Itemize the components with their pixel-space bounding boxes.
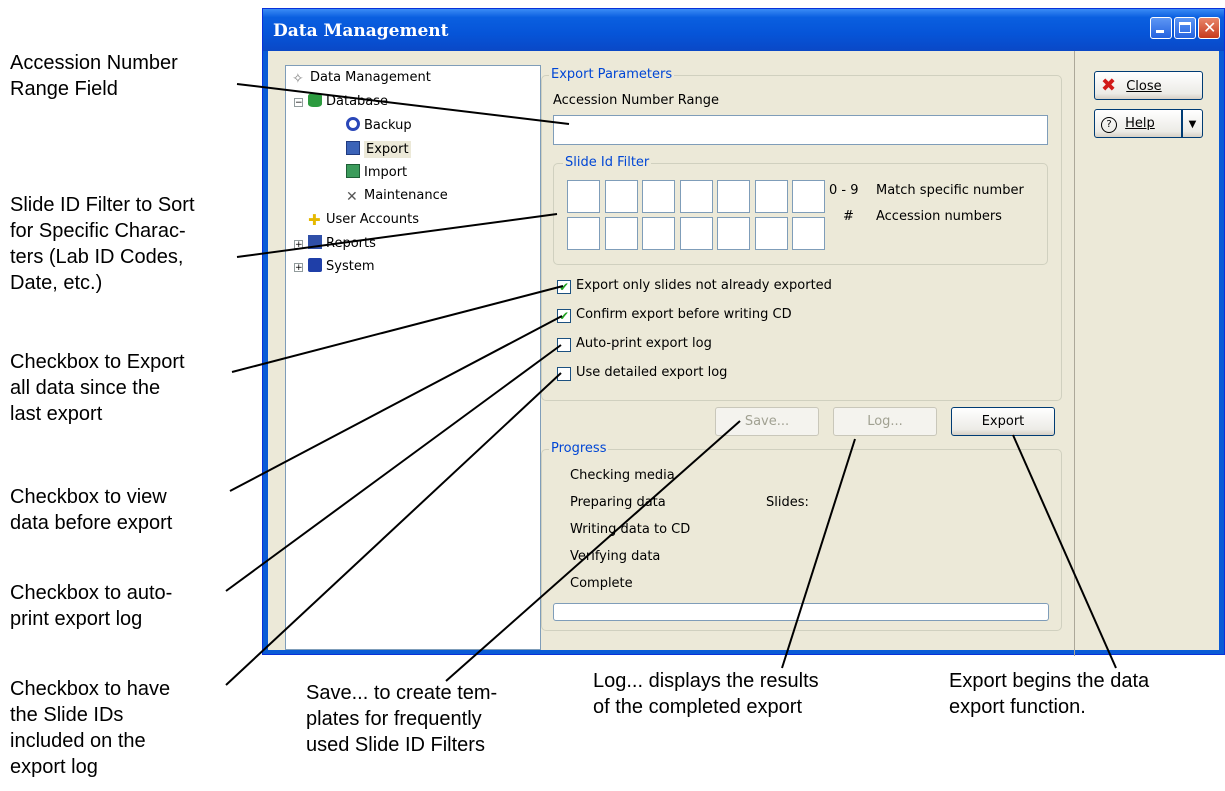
leader-line-export	[1012, 434, 1117, 669]
leader-line-auto-print	[225, 344, 562, 592]
annotation-lines	[225, 83, 1117, 686]
leader-line-log	[781, 438, 856, 669]
leader-line-slide-ids	[225, 372, 562, 686]
leader-line-slide-filter	[236, 213, 558, 258]
leader-line-accession	[236, 83, 570, 125]
leader-line-export-since	[231, 285, 564, 373]
leader-line-view-before	[229, 315, 563, 492]
leader-line-save	[445, 420, 741, 682]
